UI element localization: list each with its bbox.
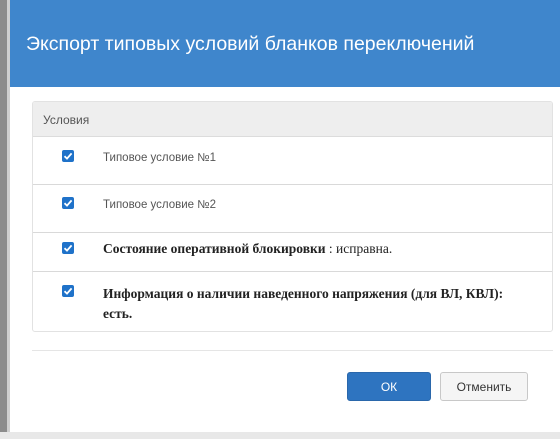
condition-4-bold-text: Информация о наличии наведенного напряже… (103, 286, 504, 321)
condition-3-label: Состояние оперативной блокировки : испра… (103, 239, 392, 259)
dialog-title: Экспорт типовых условий бланков переключ… (26, 33, 475, 55)
dialog-title-bar: Экспорт типовых условий бланков переключ… (10, 0, 560, 87)
export-conditions-dialog: Экспорт типовых условий бланков переключ… (10, 0, 560, 432)
cancel-button[interactable]: Отменить (440, 372, 528, 401)
checkmark-icon (63, 152, 73, 160)
condition-row-4: Информация о наличии наведенного напряже… (33, 272, 552, 331)
condition-3-value: : исправна. (325, 241, 393, 256)
condition-1-checkbox[interactable] (62, 150, 74, 162)
condition-row-3: Состояние оперативной блокировки : испра… (33, 233, 552, 272)
ok-button[interactable]: ОК (347, 372, 431, 401)
condition-1-label: Типовое условие №1 (103, 152, 216, 164)
checkmark-icon (63, 244, 73, 252)
backdrop (0, 0, 10, 439)
conditions-panel: Условия Типовое условие №1 Типовое услов… (32, 101, 553, 332)
condition-4-checkbox[interactable] (62, 285, 74, 297)
footer-divider (32, 350, 553, 351)
backdrop-bottom (0, 432, 560, 439)
conditions-panel-header: Условия (33, 102, 552, 137)
checkmark-icon (63, 199, 73, 207)
condition-4-label: Информация о наличии наведенного напряже… (103, 284, 533, 324)
conditions-panel-title: Условия (43, 113, 90, 127)
condition-2-label: Типовое условие №2 (103, 199, 216, 211)
condition-3-checkbox[interactable] (62, 242, 74, 254)
condition-3-bold-text: Состояние оперативной блокировки (103, 241, 326, 256)
checkmark-icon (63, 287, 73, 295)
condition-row-2: Типовое условие №2 (33, 185, 552, 233)
condition-row-1: Типовое условие №1 (33, 137, 552, 185)
condition-2-checkbox[interactable] (62, 197, 74, 209)
